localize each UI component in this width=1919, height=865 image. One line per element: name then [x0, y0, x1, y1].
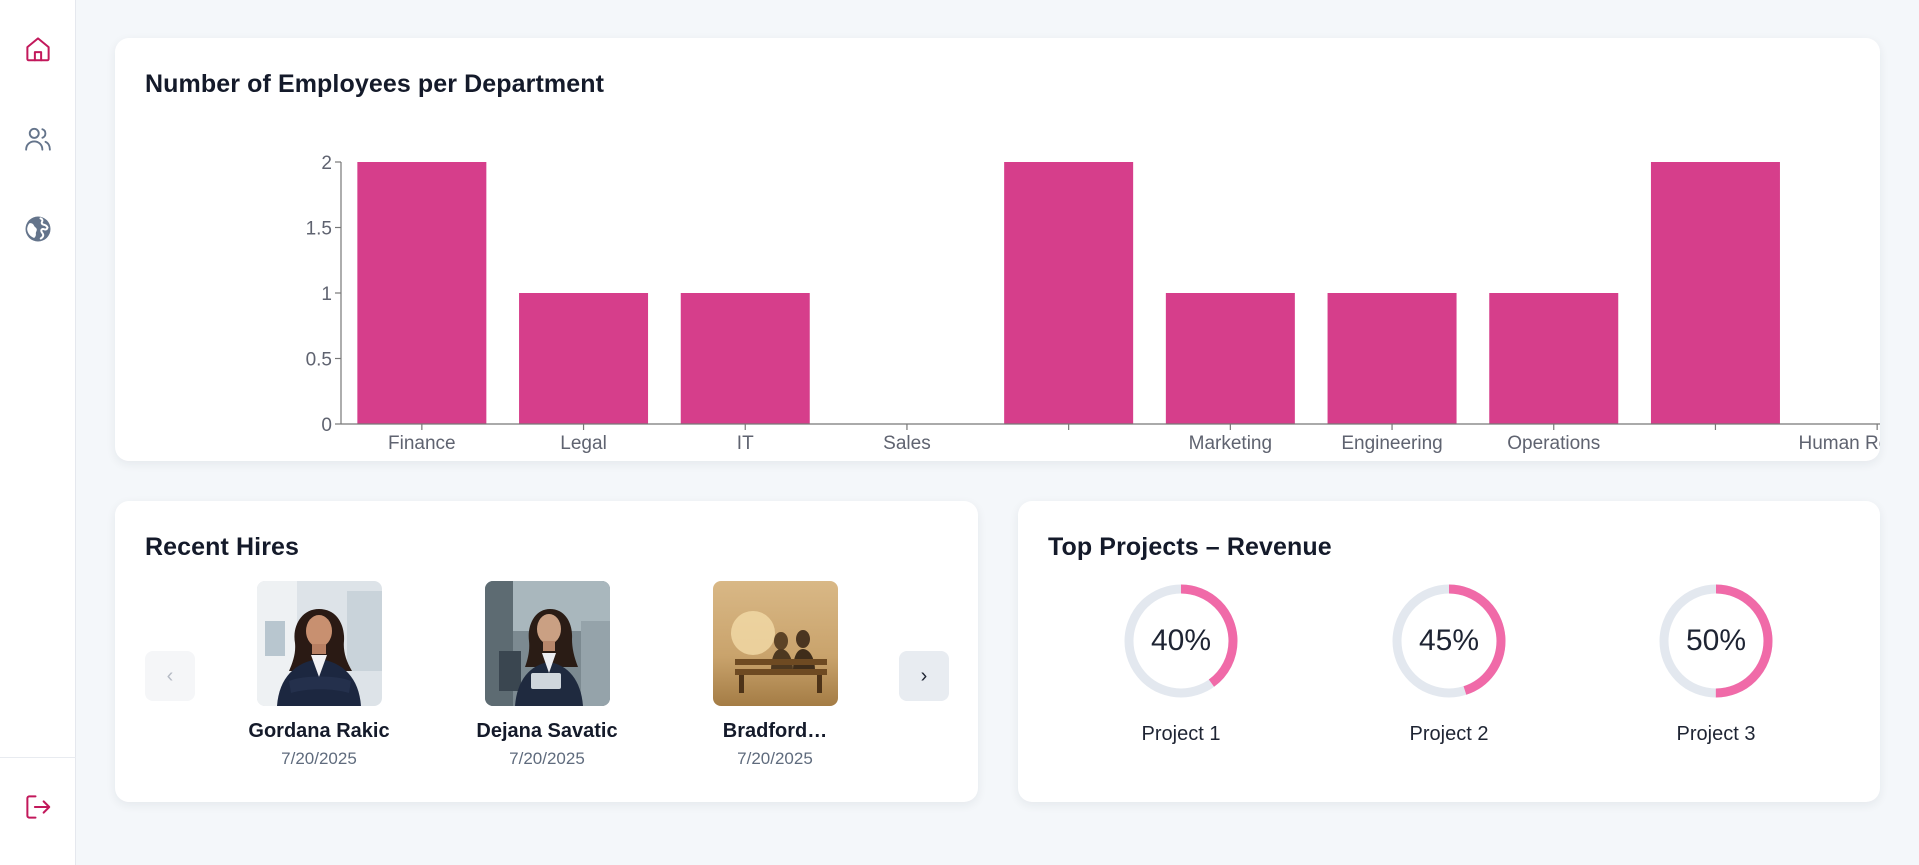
- bar[interactable]: [1489, 293, 1619, 424]
- home-icon: [26, 37, 50, 62]
- y-tick-label: 1.5: [306, 219, 332, 240]
- y-tick-label: 1: [321, 284, 332, 305]
- users-icon: [25, 127, 51, 151]
- project-percent: 40%: [1150, 624, 1212, 657]
- hire-name: Bradford…: [722, 720, 828, 742]
- x-tick-label: Human Resources: [1798, 433, 1880, 454]
- x-tick-label: Finance: [388, 433, 456, 454]
- y-axis: 0 0.5 1 1.5 2: [306, 153, 342, 436]
- progress-ring: 45%: [1391, 583, 1507, 699]
- employees-bar-chart: 0 0.5 1 1.5 2 Finance Legal IT Sales Marketing En…: [306, 153, 1880, 454]
- x-tick-label: IT: [737, 433, 754, 454]
- x-tick-label: Engineering: [1341, 433, 1442, 454]
- bar[interactable]: [1650, 162, 1780, 424]
- bar[interactable]: [680, 293, 810, 424]
- project-name: Project 2: [1409, 723, 1489, 745]
- x-tick-label: Sales: [883, 433, 931, 454]
- x-tick-label: Marketing: [1189, 433, 1272, 454]
- hire-card[interactable]: Gordana Rakic 7/20/2025: [229, 581, 409, 769]
- top-projects-card: Top Projects – Revenue 40% Project 1 45%…: [1018, 501, 1880, 802]
- y-tick-label: 0.5: [306, 350, 332, 371]
- logout-icon: [26, 795, 51, 819]
- x-tick-label: Operations: [1507, 433, 1600, 454]
- hire-card[interactable]: Bradford… 7/20/2025: [685, 581, 865, 769]
- bar[interactable]: [357, 162, 487, 424]
- y-tick-label: 0: [321, 415, 332, 436]
- top-projects-title: Top Projects – Revenue: [1048, 533, 1332, 561]
- hire-name: Dejana Savatic: [476, 720, 618, 742]
- avatar: [256, 581, 382, 706]
- project-percent: 45%: [1418, 624, 1480, 657]
- project-item: 45% Project 2: [1349, 583, 1549, 746]
- nav-users[interactable]: [18, 119, 58, 159]
- avatar: [484, 581, 610, 706]
- sidebar: [0, 0, 76, 865]
- bar[interactable]: [1004, 162, 1134, 424]
- progress-ring: 40%: [1123, 583, 1239, 699]
- recent-hires-title: Recent Hires: [145, 533, 300, 561]
- carousel-next-button[interactable]: ›: [899, 651, 949, 701]
- recent-hires-card: Recent Hires ‹ Gordana Rakic 7/20/2025 D…: [115, 501, 978, 802]
- avatar: [712, 581, 838, 706]
- nav-globe[interactable]: [18, 209, 58, 249]
- sidebar-divider: [0, 757, 76, 758]
- y-tick-label: 2: [321, 153, 332, 174]
- project-item: 40% Project 1: [1081, 583, 1281, 746]
- project-percent: 50%: [1685, 624, 1747, 657]
- hire-card[interactable]: Dejana Savatic 7/20/2025: [457, 581, 637, 769]
- hire-name: Gordana Rakic: [248, 720, 390, 742]
- hire-date: 7/20/2025: [509, 749, 585, 768]
- globe-icon: [25, 216, 51, 242]
- project-name: Project 1: [1141, 723, 1221, 745]
- hire-date: 7/20/2025: [281, 749, 357, 768]
- bars: [357, 162, 1780, 424]
- nav-home[interactable]: [18, 29, 58, 69]
- progress-ring: 50%: [1658, 583, 1774, 699]
- bar[interactable]: [1165, 293, 1295, 424]
- logout-button[interactable]: [18, 787, 58, 827]
- project-name: Project 3: [1676, 723, 1756, 745]
- bar[interactable]: [519, 293, 649, 424]
- hire-date: 7/20/2025: [737, 749, 813, 768]
- carousel-prev-button[interactable]: ‹: [145, 651, 195, 701]
- employees-chart-card: Number of Employees per Department 0 0.5 1…: [115, 38, 1880, 461]
- x-axis: Finance Legal IT Sales Marketing Engineering O…: [341, 423, 1880, 454]
- x-tick-label: Legal: [560, 433, 607, 454]
- project-item: 50% Project 3: [1616, 583, 1816, 746]
- bar[interactable]: [1327, 293, 1457, 424]
